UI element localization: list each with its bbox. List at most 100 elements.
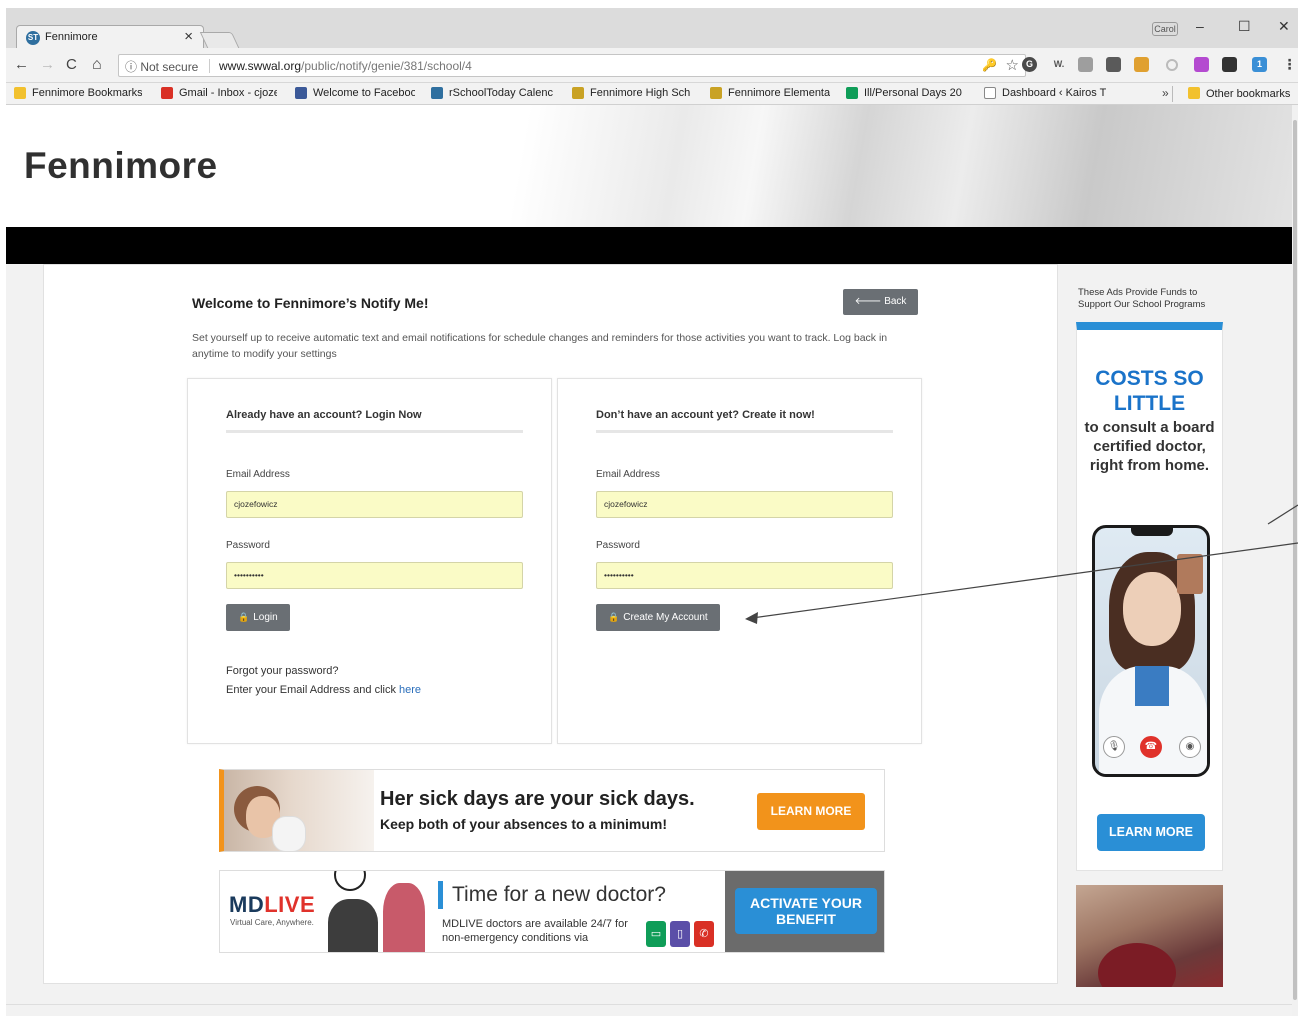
word-extension-icon[interactable]: W. [1048,57,1070,72]
helmet-shape [1098,943,1176,987]
extension-purple-icon[interactable] [1194,57,1209,72]
extension-orange-icon[interactable] [1134,57,1149,72]
security-indicator[interactable]: ⓘ Not secure [125,58,198,75]
mdlive-banner-ad[interactable]: MDLIVE Virtual Care, Anywhere. Time for … [219,870,885,953]
site-header: Fennimore [6,105,1292,227]
create-account-button[interactable]: 🔒 Create My Account [596,604,720,631]
bookmark-divider [1172,86,1173,102]
sports-ad-image[interactable] [1076,885,1223,987]
chrome-menu-icon[interactable]: ⋮ [1282,57,1297,72]
folder-icon [14,87,26,99]
profile-chip[interactable]: Carol [1152,22,1178,36]
extension-dark-icon[interactable] [1106,57,1121,72]
bookmark-item[interactable]: Ill/Personal Days 20 [846,87,962,100]
minimize-icon[interactable]: – [1196,18,1204,34]
back-arrow-icon[interactable]: ← [14,57,29,72]
ad-photo-man [328,899,378,952]
other-bookmarks[interactable]: Other bookmarks [1188,87,1290,100]
screen: ST Fennimore × Carol – ☐ ✕ ← → C ⌂ ⓘ Not… [0,0,1298,1016]
activate-benefit-button[interactable]: ACTIVATE YOUR BENEFIT [735,888,877,934]
ad-headline: Her sick days are your sick days. [380,788,695,810]
forgot-password-text: Enter your Email Address and click [226,684,396,696]
reload-icon[interactable]: C [66,57,77,72]
rschooltoday-icon [431,87,443,99]
gmail-icon [161,87,173,99]
forward-arrow-icon[interactable]: → [40,57,55,72]
browser-toolbar: ← → C ⌂ ⓘ Not secure www.swwal.org/publi… [6,48,1298,83]
end-call-icon: ☎ [1140,736,1162,758]
extension-mask-icon[interactable] [1222,57,1237,72]
lock-icon: 🔒 [238,612,250,622]
bookmark-item[interactable]: Welcome to Faceboo [295,87,415,100]
login-button-label: Login [253,612,278,623]
mdlive-tagline: Virtual Care, Anywhere. [230,918,314,927]
ad-photo-woman [383,883,425,952]
home-icon[interactable]: ⌂ [92,57,102,73]
login-password-label: Password [226,540,270,551]
url-text[interactable]: www.swwal.org/public/notify/genie/381/sc… [219,59,472,73]
url-host: www.swwal.org [219,59,302,73]
bookmark-label: Gmail - Inbox - cjoze [179,87,277,99]
bookmarks-bar: Fennimore Bookmarks Gmail - Inbox - cjoze… [6,83,1298,105]
side-learn-more-button[interactable]: LEARN MORE [1097,814,1205,851]
maximize-icon[interactable]: ☐ [1238,18,1251,35]
phone-notch [1131,528,1173,536]
call-icon: ✆ [694,921,714,947]
bookmark-item[interactable]: Gmail - Inbox - cjoze [161,87,277,100]
signup-heading: Don’t have an account yet? Create it now… [596,409,815,421]
extension-badge-icon[interactable]: 1 [1252,57,1267,72]
signup-email-field[interactable]: cjozefowicz [596,491,893,518]
page-icon [984,87,996,99]
bookmark-item[interactable]: rSchoolToday Calenc [431,87,553,100]
tab-close-icon[interactable]: × [184,28,193,45]
back-button[interactable]: 🡐 Back [843,289,918,315]
back-arrow-icon: 🡐 [854,296,882,307]
login-email-field[interactable]: cjozefowicz [226,491,523,518]
extension-gray-icon[interactable] [1078,57,1093,72]
doctor-scrubs [1135,666,1169,706]
tab-strip: ST Fennimore × Carol – ☐ ✕ [6,8,1298,50]
reset-password-link[interactable]: here [399,684,421,696]
browser-tab[interactable]: ST Fennimore × [16,25,204,50]
learn-more-button[interactable]: LEARN MORE [757,793,865,830]
forgot-password-title: Forgot your password? [226,665,339,677]
phone-illustration: 🎙 ☎ ◉ [1092,525,1210,777]
signup-password-field[interactable]: •••••••••• [596,562,893,589]
login-button[interactable]: 🔒 Login [226,604,290,631]
bookmark-item[interactable]: Dashboard ‹ Kairos T [984,87,1106,100]
login-heading: Already have an account? Login Now [226,409,422,421]
omnibox-divider [209,59,210,73]
signup-password-label: Password [596,540,640,551]
signup-email-label: Email Address [596,469,660,480]
lock-icon: 🔒 [608,612,620,622]
bookmark-item[interactable]: Fennimore High Sch [572,87,690,100]
bookmark-item[interactable]: Fennimore Bookmarks [14,87,142,100]
address-bar[interactable]: ⓘ Not secure www.swwal.org/public/notify… [118,54,1026,77]
video-preview [1177,554,1203,594]
grammarly-extension-icon[interactable]: G [1022,57,1037,72]
camera-icon: ◉ [1179,736,1201,758]
login-password-field[interactable]: •••••••••• [226,562,523,589]
ad-photo-woman-sneezing [224,770,374,851]
microphone-icon: 🎙 [1103,736,1125,758]
phone-icon: ▯ [670,921,690,947]
bookmark-star-icon[interactable]: ☆ [1006,56,1019,74]
window-close-icon[interactable]: ✕ [1278,18,1290,35]
password-key-icon[interactable]: 🔑 [982,58,997,72]
sick-days-ad[interactable]: Her sick days are your sick days. Keep b… [219,769,885,852]
mdlive-sidebar-ad[interactable]: COSTS SO LITTLE to consult a board certi… [1076,322,1223,871]
bookmark-label: Ill/Personal Days 20 [864,87,962,99]
back-button-label: Back [884,296,907,307]
school-icon [572,87,584,99]
bookmark-item[interactable]: Fennimore Elementa [710,87,830,100]
bookmark-label: Fennimore Elementa [728,87,830,99]
bookmark-label: Fennimore High Sch [590,87,691,99]
ad-photo-tissue [272,816,306,851]
bookmarks-overflow-icon[interactable]: » [1162,86,1169,100]
scrollbar-thumb[interactable] [1293,120,1297,1000]
extension-circle-icon[interactable] [1166,59,1178,71]
school-icon [710,87,722,99]
folder-icon [1188,87,1200,99]
ads-note: These Ads Provide Funds to Support Our S… [1078,287,1206,310]
mdlive-logo: MDLIVE [229,892,315,918]
